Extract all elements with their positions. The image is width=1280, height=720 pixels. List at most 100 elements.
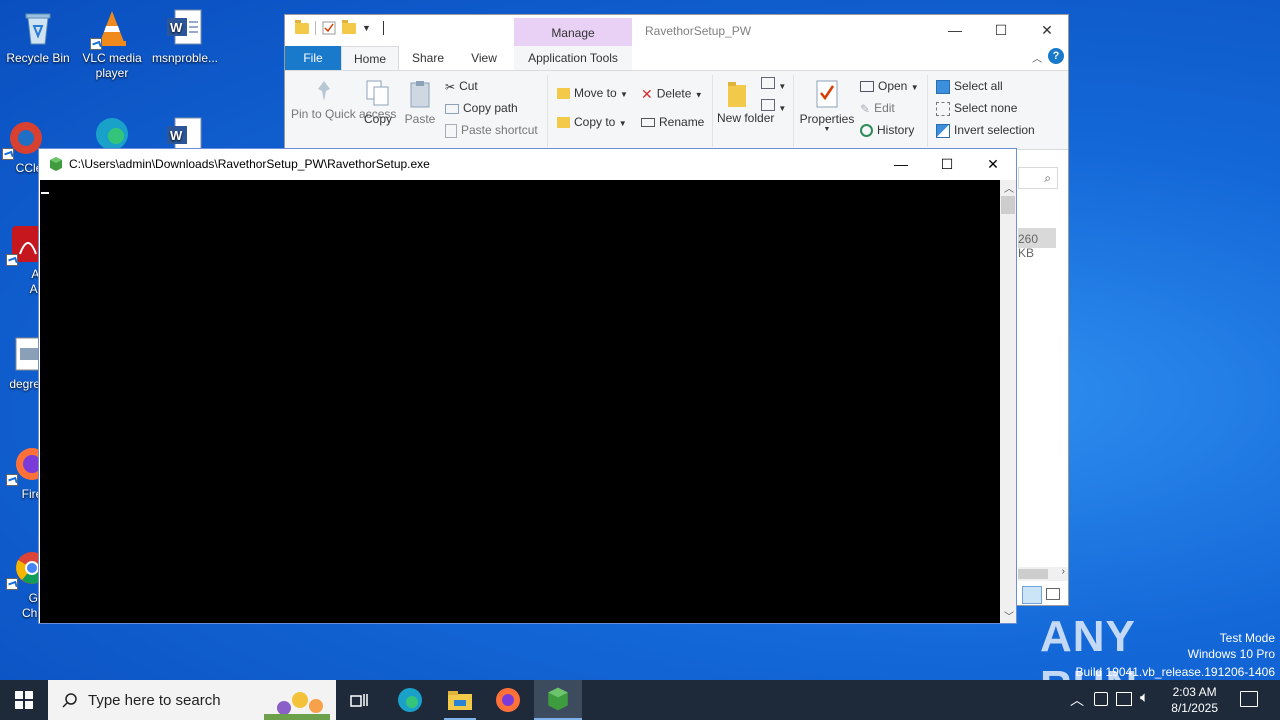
easy-access-button[interactable]: ▼ (761, 99, 786, 114)
shortcut-arrow-icon (6, 474, 18, 486)
network-icon[interactable] (1116, 692, 1132, 706)
dropdown-arrow-icon: ▼ (618, 119, 627, 128)
shortcut-arrow-icon (6, 254, 18, 266)
divider (547, 75, 548, 147)
taskbar: Type here to search ︿ 🔈︎ 2:03 AM 8/1/202… (0, 680, 1280, 720)
rename-button[interactable]: Rename (641, 115, 704, 129)
tab-file[interactable]: File (285, 46, 341, 70)
help-icon[interactable]: ? (1048, 48, 1064, 64)
collapse-ribbon-icon[interactable]: ︿ (1032, 50, 1042, 65)
console-output-area[interactable] (40, 180, 1000, 623)
maximize-button[interactable]: ☐ (978, 15, 1024, 45)
scrollbar-thumb[interactable] (1018, 569, 1048, 579)
select-none-label: Select none (954, 101, 1018, 115)
horizontal-scrollbar[interactable]: › (1018, 566, 1068, 581)
copy-path-button[interactable]: Copy path (445, 101, 518, 115)
recycle-bin-icon (18, 8, 58, 48)
new-item-button[interactable]: ▼ (761, 77, 786, 92)
copy-icon (366, 80, 389, 106)
delete-button[interactable]: ✕ Delete ▼ (641, 86, 703, 103)
notifications-icon[interactable] (1240, 691, 1258, 707)
paste-shortcut-label: Paste shortcut (461, 123, 538, 137)
move-to-label: Move to (574, 86, 617, 100)
manage-contextual-tab[interactable]: Manage (514, 18, 632, 46)
chevron-right-icon[interactable]: › (1062, 566, 1065, 577)
details-view-icon[interactable] (1022, 586, 1042, 604)
select-none-icon (936, 101, 950, 116)
shortcut-arrow-icon (90, 38, 102, 50)
invert-selection-button[interactable]: Invert selection (936, 123, 1035, 138)
vlc-cone-icon (90, 8, 132, 50)
tab-application-tools[interactable]: Application Tools (514, 46, 632, 70)
maximize-button[interactable]: ☐ (924, 149, 970, 179)
explorer-titlebar[interactable]: ▼ Manage RavethorSetup_PW — ☐ ✕ (285, 15, 1068, 46)
clock[interactable]: 2:03 AM 8/1/2025 (1171, 684, 1218, 716)
paste-button[interactable]: Paste (403, 79, 437, 126)
open-label: Open (878, 79, 908, 93)
task-view-button[interactable] (336, 680, 384, 720)
paste-label: Paste (404, 112, 436, 126)
taskbar-edge[interactable] (386, 680, 434, 720)
new-folder-button[interactable]: New folder (717, 79, 775, 125)
divider (712, 75, 713, 147)
taskbar-ravethor-setup[interactable] (534, 680, 582, 720)
task-view-icon (350, 694, 368, 707)
cut-button[interactable]: ✂ Cut (445, 79, 478, 94)
pin-label: Pin to Quick access (291, 107, 397, 121)
select-all-icon (936, 79, 950, 94)
paste-shortcut-button[interactable]: Paste shortcut (445, 123, 538, 138)
edge-icon (92, 112, 132, 152)
windows-logo-icon (15, 691, 33, 709)
qat-dropdown-icon[interactable]: ▼ (362, 23, 371, 33)
history-button[interactable]: History (860, 123, 915, 138)
minimize-button[interactable]: — (878, 149, 924, 179)
properties-check-icon[interactable] (322, 21, 336, 35)
history-label: History (877, 123, 915, 137)
pin-to-quick-access-button[interactable]: Pin to Quick access (291, 79, 397, 121)
taskbar-firefox[interactable] (484, 680, 532, 720)
console-titlebar[interactable]: C:\Users\admin\Downloads\RavethorSetup_P… (39, 149, 1016, 180)
move-to-button[interactable]: Move to ▼ (557, 86, 628, 100)
edit-label: Edit (874, 101, 895, 115)
select-all-button[interactable]: Select all (936, 79, 1003, 94)
start-button[interactable] (0, 680, 48, 720)
tab-home[interactable]: Home (341, 46, 399, 70)
select-none-button[interactable]: Select none (936, 101, 1017, 116)
large-icons-view-icon[interactable] (1046, 588, 1060, 600)
quick-access-toolbar: ▼ (295, 19, 384, 35)
desktop-icon-vlc[interactable]: VLC media player (74, 8, 150, 81)
close-button[interactable]: ✕ (1024, 15, 1070, 45)
chevron-down-icon[interactable]: ﹀ (1004, 608, 1014, 623)
desktop-icon-recycle-bin[interactable]: Recycle Bin (0, 8, 76, 66)
edit-button[interactable]: ✎ Edit (860, 101, 895, 116)
search-box[interactable]: ⌕ (1018, 167, 1058, 189)
taskbar-file-explorer[interactable] (436, 680, 484, 720)
text-cursor (41, 192, 49, 194)
properties-label: Properties (799, 112, 855, 126)
desktop-icon-label: msnproble... (151, 51, 219, 65)
clock-time: 2:03 AM (1172, 685, 1217, 699)
copy-button[interactable]: Copy (361, 79, 395, 126)
minimize-button[interactable]: — (932, 15, 978, 45)
desktop-icon-label: VLC media player (82, 51, 142, 80)
tab-view[interactable]: View (461, 46, 507, 70)
new-folder-label: New folder (717, 111, 775, 125)
taskbar-search-box[interactable]: Type here to search (48, 680, 336, 720)
console-window[interactable]: C:\Users\admin\Downloads\RavethorSetup_P… (38, 148, 1017, 624)
chevron-up-icon[interactable]: ︿ (1070, 690, 1084, 710)
copy-to-button[interactable]: Copy to ▼ (557, 115, 627, 129)
volume-icon[interactable]: 🔈︎ (1140, 689, 1149, 706)
new-folder-icon[interactable] (342, 19, 356, 34)
scrollbar-thumb[interactable] (1001, 196, 1015, 214)
vertical-scrollbar[interactable]: ︿ ﹀ (1000, 180, 1016, 623)
properties-button[interactable]: Properties ▼ (797, 79, 857, 133)
desktop-icon-msnproblem[interactable]: W msnproble... (147, 8, 223, 66)
chevron-up-icon[interactable]: ︿ (1004, 180, 1014, 195)
open-button[interactable]: Open ▼ (860, 79, 919, 93)
meet-now-icon[interactable] (1094, 692, 1108, 706)
tab-share[interactable]: Share (403, 46, 453, 70)
invert-selection-icon (936, 123, 950, 138)
windows-edition-text: Windows 10 Pro (1187, 647, 1275, 661)
select-all-label: Select all (954, 79, 1003, 93)
close-button[interactable]: ✕ (970, 149, 1016, 179)
